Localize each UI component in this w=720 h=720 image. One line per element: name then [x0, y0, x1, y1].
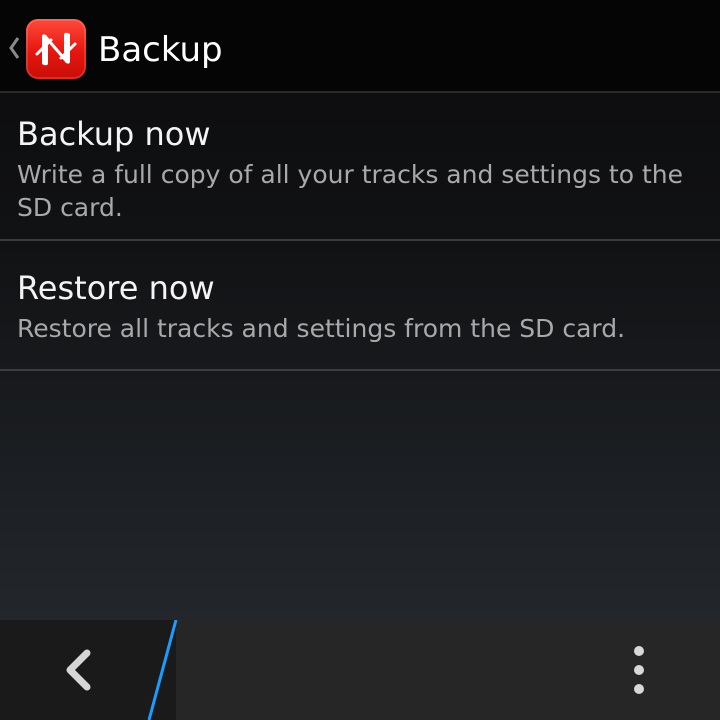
app-logo-icon[interactable]	[26, 19, 86, 79]
list-divider	[0, 239, 720, 241]
up-navigation-icon[interactable]	[6, 28, 22, 68]
back-button[interactable]	[56, 648, 100, 692]
restore-now-title: Restore now	[17, 269, 215, 307]
restore-now-summary: Restore all tracks and settings from the…	[17, 314, 626, 343]
backup-now-item[interactable]: Backup now Write a full copy of all your…	[0, 114, 720, 224]
backup-now-summary: Write a full copy of all your tracks and…	[17, 160, 684, 222]
bottom-action-bar	[0, 620, 720, 720]
backup-now-title: Backup now	[17, 115, 211, 153]
chevron-left-icon	[66, 649, 91, 691]
accent-slash	[147, 620, 178, 720]
restore-now-item[interactable]: Restore now Restore all tracks and setti…	[0, 268, 720, 345]
list-divider	[0, 369, 720, 371]
page-title: Backup	[98, 30, 223, 70]
overflow-menu-icon	[634, 646, 644, 694]
action-bar: Backup	[0, 0, 720, 93]
overflow-menu-button[interactable]	[614, 644, 664, 696]
backup-screen: Backup Backup now Write a full copy of a…	[0, 0, 720, 720]
